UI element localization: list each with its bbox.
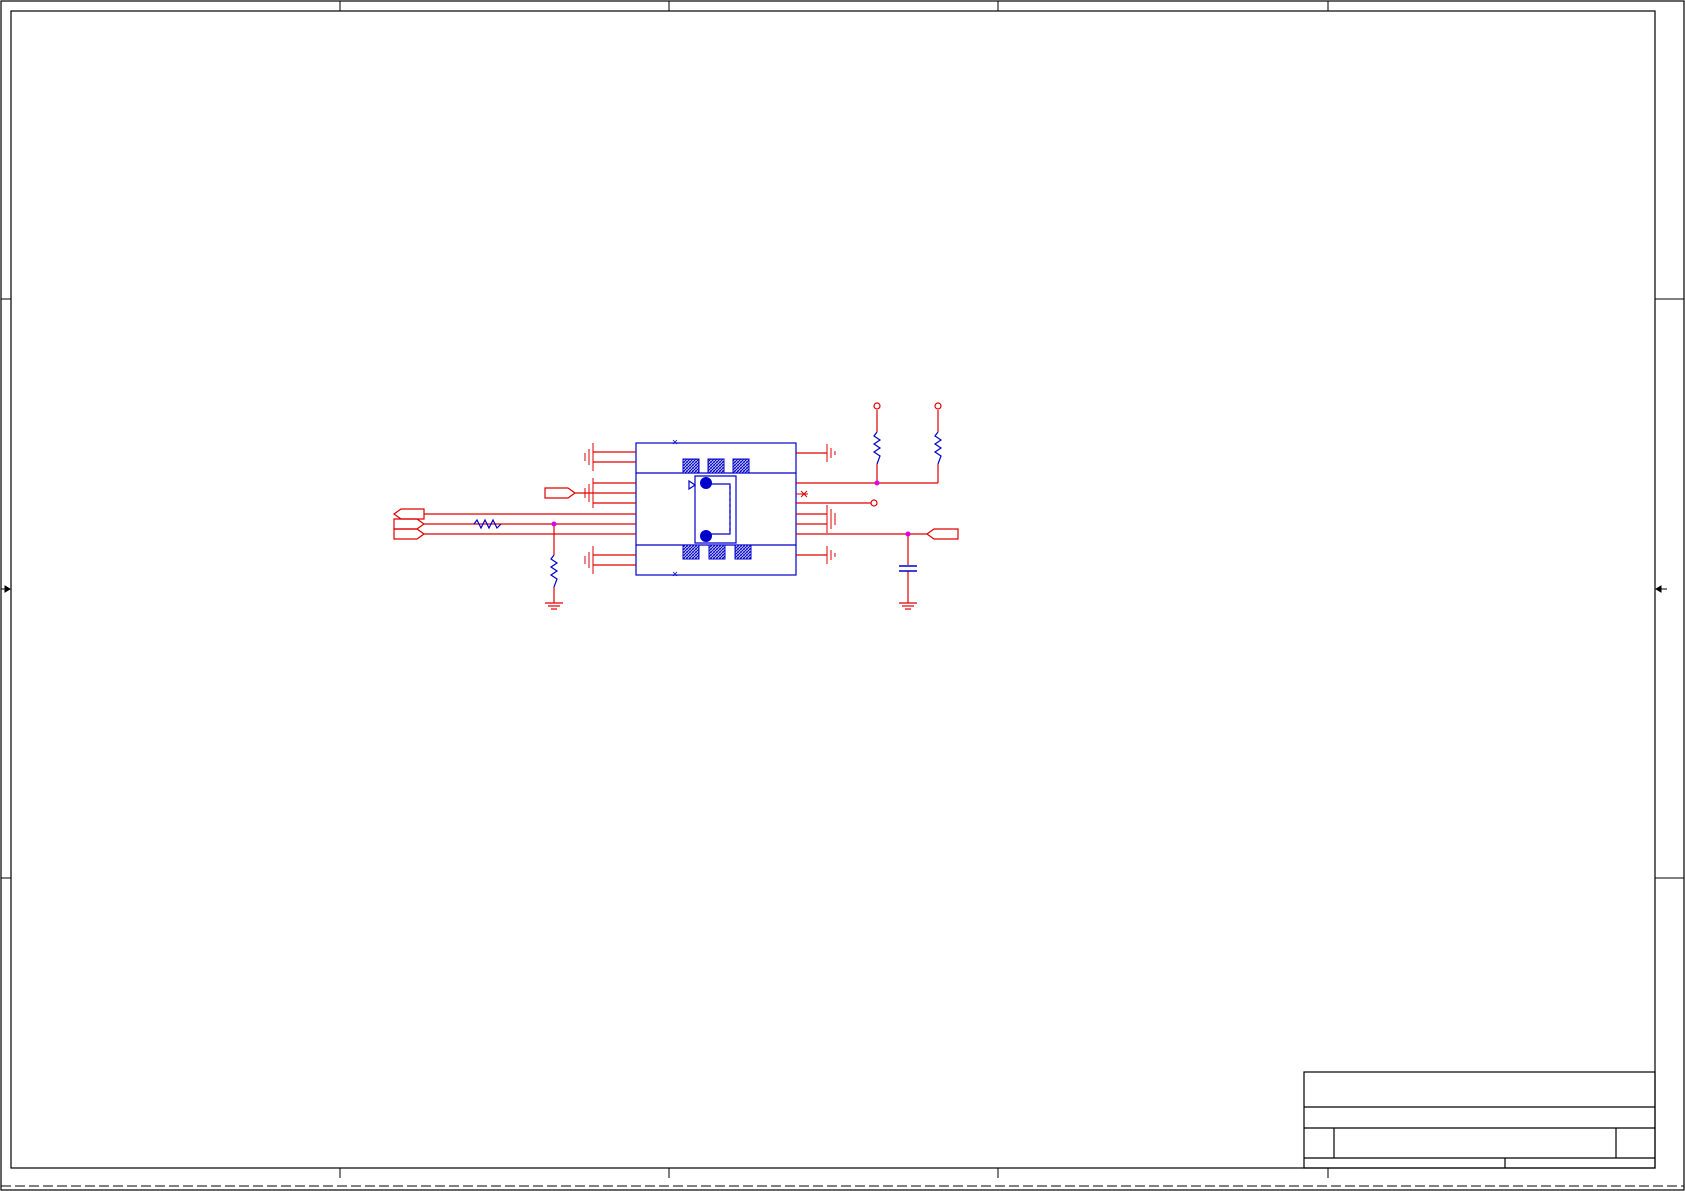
outer-border	[0, 0, 1685, 1191]
off-page-connector	[544, 487, 577, 499]
chassis-ground-icon	[826, 444, 836, 462]
pulldown-resistor[interactable]	[549, 554, 559, 588]
chassis-ground-icon	[584, 546, 594, 574]
resistor-zigzag	[933, 431, 943, 465]
inner-border	[10, 10, 1656, 1169]
schematic	[392, 402, 959, 610]
schematic-sheet	[0, 0, 1685, 1191]
title-block	[1303, 1071, 1656, 1169]
pullup-wires	[876, 410, 939, 483]
mounting-hole	[700, 530, 712, 542]
zone-ticks	[1, 1, 1684, 1178]
junction-dot	[551, 521, 557, 527]
right-pin-wires	[796, 452, 938, 556]
led-indicator-icon	[688, 479, 697, 491]
off-page-connector	[393, 528, 426, 540]
junctions	[551, 480, 911, 537]
left-pin-wires	[424, 451, 636, 566]
pad-block	[682, 458, 700, 474]
no-connect-markers	[672, 439, 678, 577]
pad-blocks	[682, 458, 752, 560]
pad-block	[734, 544, 752, 560]
resistor-zigzag	[872, 431, 882, 465]
off-page-connector	[925, 528, 959, 540]
test-point	[873, 402, 881, 410]
mounting-hole	[700, 477, 712, 489]
right-off-page-connector[interactable]	[925, 528, 959, 540]
test-point	[870, 499, 878, 507]
pad-block	[682, 544, 700, 560]
chassis-ground-icon	[826, 505, 836, 533]
pad-block	[708, 544, 726, 560]
junction-dot	[905, 531, 911, 537]
side-arrows	[1, 585, 1667, 593]
chassis-ground-icon	[826, 546, 836, 564]
pad-block	[707, 458, 725, 474]
left-chassis-grounds	[584, 443, 594, 574]
test-points[interactable]	[870, 402, 942, 507]
pullup-resistor[interactable]	[933, 431, 943, 465]
sheet-frame	[0, 0, 1685, 1191]
ground-symbol-icon	[545, 602, 563, 610]
capacitor[interactable]	[899, 565, 917, 572]
left-arrow-icon	[4, 585, 11, 593]
mounting-holes	[700, 477, 712, 542]
ground-symbol-icon	[899, 602, 917, 610]
pad-block	[732, 458, 750, 474]
title-block-frame	[1303, 1071, 1656, 1169]
chassis-ground-icon	[584, 443, 594, 471]
off-page-connector	[393, 518, 426, 530]
resistor-zigzag	[549, 554, 559, 588]
test-point	[934, 402, 942, 410]
right-arrow-icon	[1655, 585, 1662, 593]
no-connect-icon	[796, 490, 808, 498]
off-page-connector	[392, 508, 425, 520]
right-chassis-grounds	[826, 444, 836, 564]
pullup-resistor[interactable]	[872, 431, 882, 465]
junction-dot	[874, 480, 880, 486]
